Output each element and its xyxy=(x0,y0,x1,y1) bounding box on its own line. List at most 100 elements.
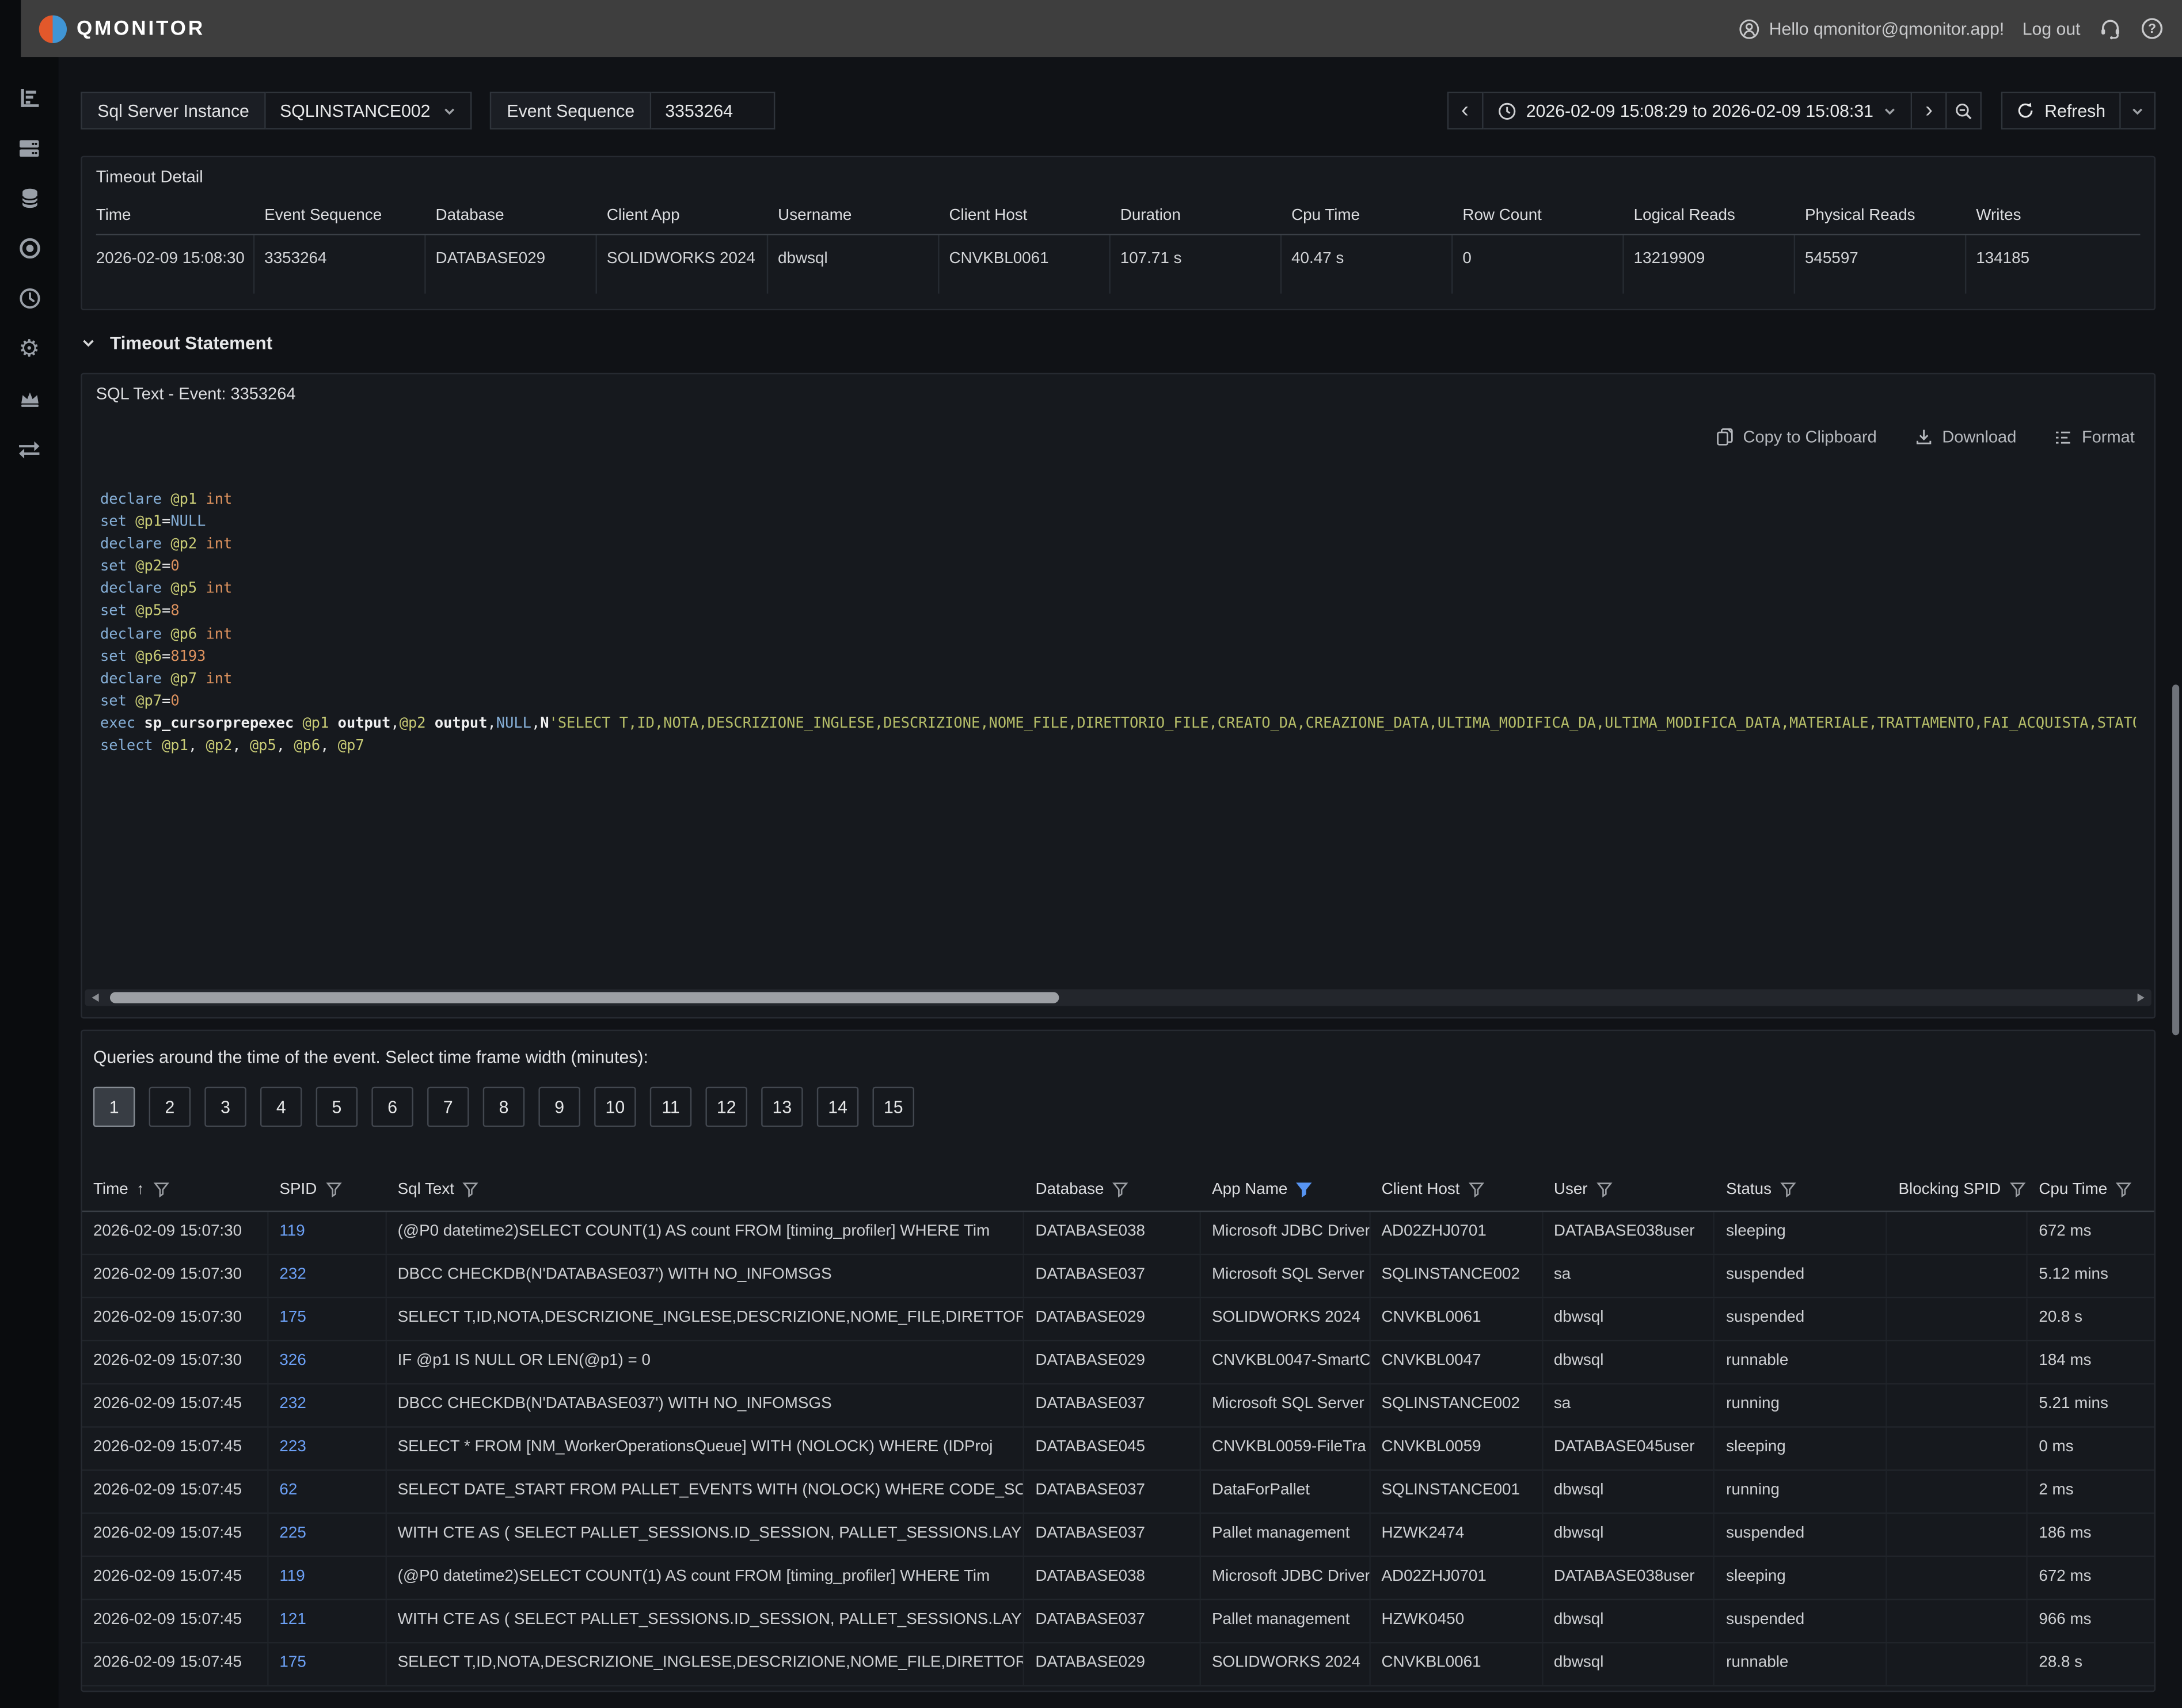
cell-app-name: CNVKBL0059-FileTra xyxy=(1201,1428,1371,1470)
help-icon[interactable]: ? xyxy=(2140,17,2164,40)
minute-button-10[interactable]: 10 xyxy=(594,1087,636,1127)
cell-spid[interactable]: 121 xyxy=(268,1600,386,1642)
minute-button-9[interactable]: 9 xyxy=(538,1087,580,1127)
filter-icon[interactable] xyxy=(1296,1181,1313,1197)
download-button[interactable]: Download xyxy=(1914,427,2016,447)
cell-spid[interactable]: 119 xyxy=(268,1212,386,1254)
filter-icon[interactable] xyxy=(153,1181,169,1197)
cell-status: running xyxy=(1715,1384,1887,1426)
timeout-detail-header-row: TimeEvent SequenceDatabaseClient AppUser… xyxy=(96,207,2141,235)
sql-code-block[interactable]: declare @p1 intset @p1=NULLdeclare @p2 i… xyxy=(100,488,2136,986)
clock-icon[interactable] xyxy=(17,287,42,310)
cell-client-host: SQLINSTANCE001 xyxy=(1370,1471,1542,1513)
column-header-time[interactable]: Time↑ xyxy=(82,1181,268,1197)
download-icon xyxy=(1914,427,1932,447)
column-header-blocking-spid[interactable]: Blocking SPID xyxy=(1887,1181,2028,1197)
brand[interactable]: QMONITOR xyxy=(39,14,205,42)
horizontal-scrollbar-thumb[interactable] xyxy=(110,992,1059,1003)
column-header-status[interactable]: Status xyxy=(1715,1181,1887,1197)
copy-to-clipboard-button[interactable]: Copy to Clipboard xyxy=(1715,427,1877,447)
column-header-spid[interactable]: SPID xyxy=(268,1181,386,1197)
filter-icon[interactable] xyxy=(2116,1181,2132,1197)
filter-icon[interactable] xyxy=(153,1181,169,1197)
scroll-left-arrow-icon[interactable] xyxy=(92,994,99,1002)
filter-icon[interactable] xyxy=(1596,1181,1613,1197)
minute-button-4[interactable]: 4 xyxy=(260,1087,302,1127)
cell-sql-text: WITH CTE AS ( SELECT PALLET_SESSIONS.ID_… xyxy=(386,1514,1024,1556)
time-range-picker[interactable]: 2026-02-09 15:08:29 to 2026-02-09 15:08:… xyxy=(1483,92,1913,130)
format-button[interactable]: Format xyxy=(2054,427,2135,447)
transfer-arrows-icon[interactable] xyxy=(17,437,42,461)
minute-button-1[interactable]: 1 xyxy=(93,1087,135,1127)
support-headset-icon[interactable] xyxy=(2099,17,2122,40)
minute-button-13[interactable]: 13 xyxy=(761,1087,803,1127)
cell-spid[interactable]: 119 xyxy=(268,1557,386,1599)
filter-icon[interactable] xyxy=(1468,1181,1485,1197)
gear-icon[interactable]: ⚙︎ xyxy=(17,337,42,360)
bar-chart-icon[interactable] xyxy=(17,86,42,110)
cell-database: DATABASE037 xyxy=(1024,1514,1201,1556)
event-sequence-input[interactable]: 3353264 xyxy=(651,92,775,130)
cell-spid[interactable]: 232 xyxy=(268,1384,386,1426)
column-header-client-host[interactable]: Client Host xyxy=(1370,1181,1542,1197)
time-shift-forward-button[interactable]: › xyxy=(1913,92,1947,130)
minute-button-15[interactable]: 15 xyxy=(873,1087,915,1127)
zoom-out-time-button[interactable] xyxy=(1947,92,1982,130)
column-header-cpu-time[interactable]: Cpu Time xyxy=(2028,1181,2154,1197)
cell-client-host: CNVKBL0061 xyxy=(1370,1298,1542,1340)
minute-button-11[interactable]: 11 xyxy=(650,1087,692,1127)
column-header-app-name[interactable]: App Name xyxy=(1201,1181,1371,1197)
minute-button-14[interactable]: 14 xyxy=(817,1087,859,1127)
instance-select[interactable]: SQLINSTANCE002 xyxy=(266,92,472,130)
filter-icon[interactable] xyxy=(2009,1181,2026,1197)
logout-link[interactable]: Log out xyxy=(2023,19,2081,39)
cell-spid[interactable]: 223 xyxy=(268,1428,386,1470)
filter-icon[interactable] xyxy=(462,1181,479,1197)
filter-icon[interactable] xyxy=(1112,1181,1129,1197)
database-icon[interactable] xyxy=(17,187,42,210)
crown-icon[interactable] xyxy=(17,387,42,410)
minute-button-7[interactable]: 7 xyxy=(427,1087,469,1127)
cell-time: 2026-02-09 15:07:45 xyxy=(82,1471,268,1513)
minute-button-5[interactable]: 5 xyxy=(316,1087,358,1127)
minute-button-3[interactable]: 3 xyxy=(204,1087,246,1127)
cell-spid[interactable]: 326 xyxy=(268,1341,386,1383)
record-icon[interactable] xyxy=(17,237,42,260)
timeout-statement-section-toggle[interactable]: Timeout Statement xyxy=(81,333,272,353)
cell-database: DATABASE037 xyxy=(1024,1471,1201,1513)
cell-spid[interactable]: 232 xyxy=(268,1255,386,1297)
filter-icon[interactable] xyxy=(2009,1181,2026,1197)
column-header-database[interactable]: Database xyxy=(1024,1181,1201,1197)
cell-spid[interactable]: 175 xyxy=(268,1644,386,1686)
cell-spid[interactable]: 175 xyxy=(268,1298,386,1340)
column-header-user[interactable]: User xyxy=(1543,1181,1715,1197)
filter-icon[interactable] xyxy=(462,1181,479,1197)
servers-icon[interactable] xyxy=(17,136,42,160)
cell-spid[interactable]: 62 xyxy=(268,1471,386,1513)
cell-app-name: Microsoft JDBC Driver xyxy=(1201,1557,1371,1599)
filter-icon[interactable] xyxy=(1596,1181,1613,1197)
minute-button-8[interactable]: 8 xyxy=(483,1087,525,1127)
page-scrollbar-thumb[interactable] xyxy=(2172,684,2179,1035)
detail-column-client-app: Client App xyxy=(596,207,767,224)
refresh-button[interactable]: Refresh xyxy=(2001,92,2120,130)
filter-icon[interactable] xyxy=(1780,1181,1797,1197)
time-shift-back-button[interactable]: ‹ xyxy=(1447,92,1483,130)
refresh-interval-dropdown[interactable] xyxy=(2121,92,2156,130)
cell-cpu-time: 672 ms xyxy=(2028,1212,2154,1254)
horizontal-scrollbar[interactable] xyxy=(85,990,2151,1006)
minute-button-12[interactable]: 12 xyxy=(705,1087,747,1127)
filter-icon[interactable] xyxy=(1468,1181,1485,1197)
queries-table-body: 2026-02-09 15:07:30119(@P0 datetime2)SEL… xyxy=(82,1212,2154,1686)
minute-button-2[interactable]: 2 xyxy=(149,1087,191,1127)
scroll-right-arrow-icon[interactable] xyxy=(2138,994,2145,1002)
active-filter-icon[interactable] xyxy=(1296,1181,1313,1197)
filter-icon[interactable] xyxy=(1112,1181,1129,1197)
column-header-sql-text[interactable]: Sql Text xyxy=(386,1181,1024,1197)
filter-icon[interactable] xyxy=(325,1181,342,1197)
filter-icon[interactable] xyxy=(325,1181,342,1197)
filter-icon[interactable] xyxy=(1780,1181,1797,1197)
minute-button-6[interactable]: 6 xyxy=(371,1087,413,1127)
cell-spid[interactable]: 225 xyxy=(268,1514,386,1556)
filter-icon[interactable] xyxy=(2116,1181,2132,1197)
